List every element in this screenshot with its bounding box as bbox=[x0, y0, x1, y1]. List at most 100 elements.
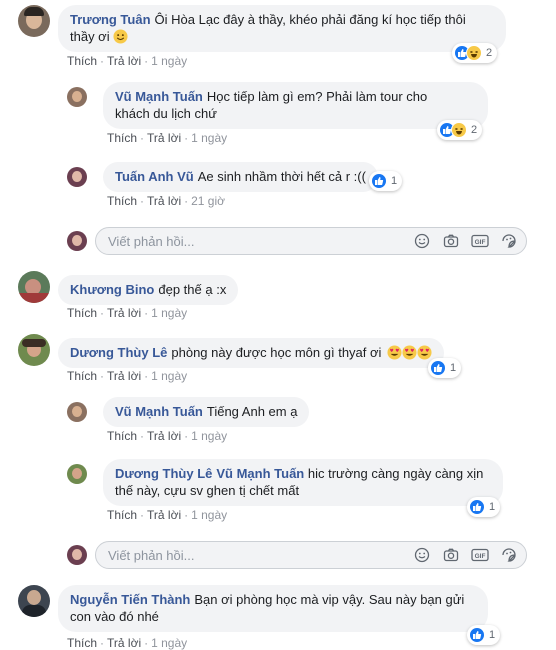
reaction-count: 1 bbox=[489, 501, 496, 513]
reply-input[interactable]: Viết phản hồi... GIF bbox=[95, 227, 527, 255]
reply-comment: Tuấn Anh Vũ Ae sinh nhầm thời hết cả r :(… bbox=[67, 162, 378, 192]
camera-icon[interactable] bbox=[442, 546, 460, 564]
reply-link[interactable]: Trả lời bbox=[107, 369, 141, 383]
comment-author[interactable]: Nguyễn Tiến Thành bbox=[70, 592, 190, 607]
reply-placeholder: Viết phản hồi... bbox=[108, 233, 195, 249]
reply-input[interactable]: Viết phản hồi... GIF bbox=[95, 541, 527, 569]
like-link[interactable]: Thích bbox=[107, 131, 137, 145]
reaction-summary[interactable]: 2 bbox=[437, 120, 483, 140]
reply-link[interactable]: Trả lời bbox=[147, 194, 181, 208]
comment-author[interactable]: Tuấn Anh Vũ bbox=[115, 169, 194, 184]
svg-text:GIF: GIF bbox=[475, 553, 486, 560]
comment-actions: Thích · Trả lời · 21 giờ bbox=[107, 194, 225, 208]
avatar[interactable] bbox=[67, 87, 87, 107]
comment-author[interactable]: Khương Bino bbox=[70, 282, 154, 297]
comment-author[interactable]: Trương Tuân bbox=[70, 12, 151, 27]
haha-emoji-icon bbox=[451, 122, 467, 138]
comment-bubble: Vũ Mạnh Tuấn Học tiếp làm gì em? Phải làm… bbox=[103, 82, 488, 129]
like-link[interactable]: Thích bbox=[67, 306, 97, 320]
camera-icon[interactable] bbox=[442, 232, 460, 250]
comment-text: Tiếng Anh em ạ bbox=[206, 404, 298, 419]
comment-bubble: Dương Thùy Lê Vũ Mạnh Tuấn hic trường càn… bbox=[103, 459, 503, 506]
reaction-summary[interactable]: 1 bbox=[428, 358, 462, 378]
reply-link[interactable]: Trả lời bbox=[147, 429, 181, 443]
separator: · bbox=[140, 429, 145, 443]
timestamp[interactable]: 1 ngày bbox=[151, 306, 187, 320]
comment-text: đẹp thế ạ :x bbox=[158, 282, 227, 297]
gif-icon[interactable]: GIF bbox=[471, 232, 489, 250]
comment-actions: Thích · Trả lời · 1 ngày bbox=[67, 636, 187, 650]
reply-link[interactable]: Trả lời bbox=[107, 636, 141, 650]
separator: · bbox=[100, 306, 105, 320]
avatar[interactable] bbox=[18, 5, 50, 37]
sticker-icon[interactable] bbox=[500, 546, 518, 564]
emoji-icon[interactable] bbox=[413, 232, 431, 250]
reaction-count: 1 bbox=[489, 629, 496, 641]
avatar[interactable] bbox=[18, 585, 50, 617]
mention-link[interactable]: Vũ Mạnh Tuấn bbox=[216, 466, 304, 481]
avatar bbox=[67, 545, 87, 565]
reaction-count: 2 bbox=[486, 47, 493, 59]
like-link[interactable]: Thích bbox=[67, 54, 97, 68]
gif-icon[interactable]: GIF bbox=[471, 546, 489, 564]
like-link[interactable]: Thích bbox=[107, 194, 137, 208]
like-link[interactable]: Thích bbox=[67, 636, 97, 650]
avatar[interactable] bbox=[67, 402, 87, 422]
comment-text: Ae sinh nhầm thời hết cả r :(( bbox=[197, 169, 366, 184]
timestamp[interactable]: 1 ngày bbox=[151, 636, 187, 650]
comment-author[interactable]: Vũ Mạnh Tuấn bbox=[115, 89, 203, 104]
separator: · bbox=[144, 306, 149, 320]
separator: · bbox=[144, 636, 149, 650]
thumbs-up-icon bbox=[430, 360, 446, 376]
reaction-summary[interactable]: 1 bbox=[467, 497, 501, 517]
timestamp[interactable]: 1 ngày bbox=[191, 131, 227, 145]
timestamp[interactable]: 1 ngày bbox=[151, 369, 187, 383]
reply-link[interactable]: Trả lời bbox=[147, 131, 181, 145]
comment-actions: Thích · Trả lời · 1 ngày bbox=[67, 369, 187, 383]
separator: · bbox=[100, 369, 105, 383]
reply-comment: Dương Thùy Lê Vũ Mạnh Tuấn hic trường càn… bbox=[67, 459, 503, 506]
like-link[interactable]: Thích bbox=[107, 429, 137, 443]
separator: · bbox=[140, 131, 145, 145]
reaction-summary[interactable]: 2 bbox=[452, 43, 498, 63]
comment-actions: Thích · Trả lời · 1 ngày bbox=[107, 429, 227, 443]
timestamp[interactable]: 21 giờ bbox=[191, 194, 225, 208]
reply-link[interactable]: Trả lời bbox=[147, 508, 181, 522]
reaction-summary[interactable]: 1 bbox=[467, 625, 501, 645]
reply-comment: Vũ Mạnh Tuấn Tiếng Anh em ạ bbox=[67, 397, 310, 427]
sticker-icon[interactable] bbox=[500, 232, 518, 250]
separator: · bbox=[140, 508, 145, 522]
comment-text-line2: thầy ơi bbox=[70, 29, 110, 44]
comment-bubble: Tuấn Anh Vũ Ae sinh nhầm thời hết cả r :(… bbox=[103, 162, 378, 192]
like-link[interactable]: Thích bbox=[107, 508, 137, 522]
svg-text:GIF: GIF bbox=[475, 239, 486, 246]
comment-author[interactable]: Dương Thùy Lê bbox=[70, 345, 167, 360]
heart-eyes-emoji-icon bbox=[387, 345, 402, 360]
comment-bubble: Vũ Mạnh Tuấn Tiếng Anh em ạ bbox=[103, 397, 310, 427]
avatar[interactable] bbox=[18, 271, 50, 303]
reaction-count: 1 bbox=[450, 362, 457, 374]
thumbs-up-icon bbox=[469, 499, 485, 515]
reply-composer: Viết phản hồi... GIF bbox=[67, 227, 527, 255]
separator: · bbox=[184, 429, 189, 443]
comment-text: Học tiếp làm gì em? Phải làm tour cho bbox=[206, 89, 428, 104]
comment-author[interactable]: Vũ Mạnh Tuấn bbox=[115, 404, 203, 419]
emoji-icon[interactable] bbox=[413, 546, 431, 564]
timestamp[interactable]: 1 ngày bbox=[191, 429, 227, 443]
comment-author[interactable]: Dương Thùy Lê bbox=[115, 466, 212, 481]
like-link[interactable]: Thích bbox=[67, 369, 97, 383]
comment-bubble: Dương Thùy Lê phòng này được học môn gì t… bbox=[58, 338, 445, 368]
timestamp[interactable]: 1 ngày bbox=[151, 54, 187, 68]
avatar[interactable] bbox=[67, 167, 87, 187]
avatar[interactable] bbox=[67, 464, 87, 484]
separator: · bbox=[100, 636, 105, 650]
reply-link[interactable]: Trả lời bbox=[107, 306, 141, 320]
comment-bubble: Nguyễn Tiến Thành Bạn ơi phòng học mà vip… bbox=[58, 585, 488, 632]
reaction-summary[interactable]: 1 bbox=[369, 171, 403, 191]
timestamp[interactable]: 1 ngày bbox=[191, 508, 227, 522]
avatar bbox=[67, 231, 87, 251]
heart-eyes-emoji-icon bbox=[402, 345, 417, 360]
thumbs-up-icon bbox=[371, 173, 387, 189]
reply-link[interactable]: Trả lời bbox=[107, 54, 141, 68]
avatar[interactable] bbox=[18, 334, 50, 366]
